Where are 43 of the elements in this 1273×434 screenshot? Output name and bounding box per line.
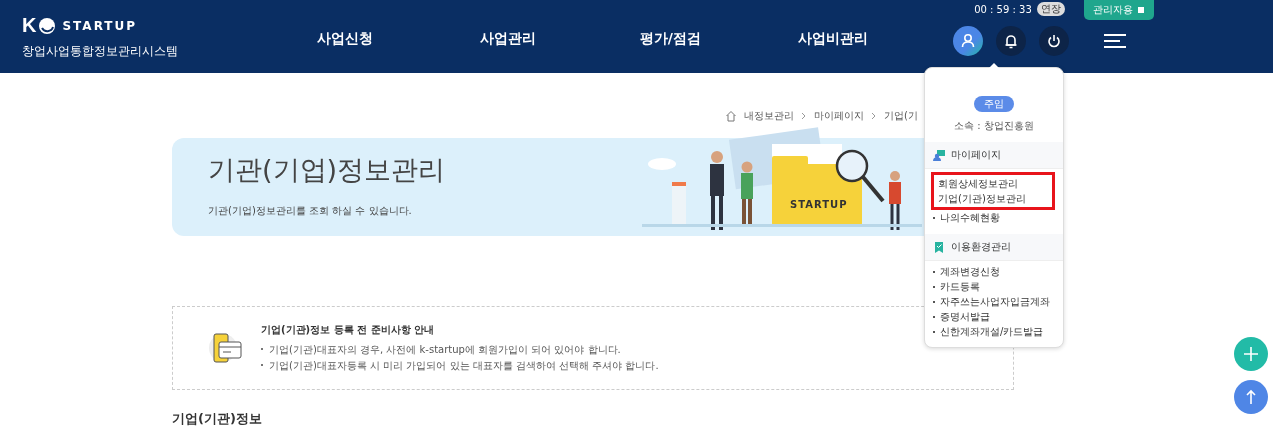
section-heading: 기업(기관)정보 — [172, 410, 263, 428]
breadcrumb-link[interactable]: 마이페이지 — [814, 109, 865, 123]
section-title: 이용환경관리 — [951, 240, 1011, 254]
folder-logo: STARTUP — [790, 199, 848, 210]
system-name: 창업사업통합정보관리시스템 — [22, 43, 179, 60]
section-title: 마이페이지 — [951, 148, 1001, 162]
menu-link[interactable]: 증명서발급 — [931, 309, 1063, 324]
menu-link[interactable]: 나의수혜현황 — [931, 210, 1063, 225]
extend-button[interactable]: 연장 — [1036, 2, 1065, 16]
menu-link[interactable]: 자주쓰는사업자입금계좌 — [931, 294, 1063, 309]
menu-link[interactable]: 회원상세정보관리 — [938, 176, 1048, 191]
breadcrumb-link[interactable]: 기업(기 — [884, 109, 918, 123]
chevron-icon — [871, 112, 878, 120]
nav-menu-item[interactable]: 사업관리 — [426, 0, 590, 73]
k-startup-logo[interactable]: K STARTUP — [22, 14, 255, 37]
nav-menu-item[interactable]: 평가/점검 — [589, 0, 752, 73]
user-button[interactable] — [953, 26, 984, 56]
power-button[interactable] — [1039, 26, 1070, 56]
person-screen-icon — [933, 148, 945, 162]
menu-link[interactable]: 신한계좌개설/카드발급 — [931, 324, 1063, 339]
plus-icon — [1243, 346, 1259, 362]
session-timer: 00 : 59 : 33 — [974, 3, 1032, 15]
menu-link[interactable]: 기업(기관)정보관리 — [938, 191, 1048, 206]
chevron-icon — [801, 112, 808, 120]
menu-button[interactable] — [1102, 31, 1129, 51]
menu-icon — [1102, 31, 1129, 51]
home-icon — [725, 110, 738, 122]
page-title: 기관(기업)정보관리 — [208, 153, 446, 187]
notice-title: 기업(기관)정보 등록 전 준비사항 안내 — [261, 322, 436, 337]
nav-menu-item[interactable]: 사업비관리 — [751, 0, 915, 73]
scroll-top-button[interactable] — [1234, 380, 1268, 414]
notice-text: 기업(기관)대표자등록 시 미리 가입되어 있는 대표자를 검색하여 선택해 주셔야 합니다. — [261, 357, 659, 374]
bell-button[interactable] — [996, 26, 1027, 56]
breadcrumb-link[interactable]: 내정보관리 — [744, 109, 795, 123]
menu-link[interactable]: 계좌변경신청 — [931, 264, 1063, 279]
nav-menu-item[interactable]: 사업신청 — [264, 0, 427, 73]
document-card-icon — [209, 331, 245, 365]
menu-link[interactable]: 카드등록 — [931, 279, 1063, 294]
rank-badge: 주임 — [974, 96, 1014, 112]
page-description: 기관(기업)정보관리를 조회 하실 수 있습니다. — [208, 204, 413, 218]
affiliation-text: 소속 : 창업진흥원 — [954, 119, 1034, 133]
bookmark-check-icon — [933, 240, 945, 254]
notice-text: 기업(기관)대표자의 경우, 사전에 k-startup에 회원가입이 되어 있어야 합니다. — [261, 341, 659, 358]
